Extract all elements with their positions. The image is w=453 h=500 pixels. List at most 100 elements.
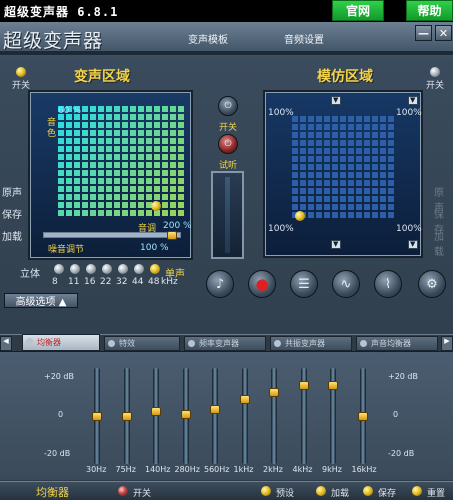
imitate-grid-cell[interactable] — [332, 124, 338, 130]
voice-grid-cell[interactable] — [58, 146, 64, 152]
imitate-grid-cell[interactable] — [388, 124, 394, 130]
voice-grid-cell[interactable] — [170, 162, 176, 168]
voice-grid-cell[interactable] — [74, 130, 80, 136]
imitate-grid-cell[interactable] — [332, 188, 338, 194]
voice-grid-cell[interactable] — [122, 138, 128, 144]
voice-grid-cell[interactable] — [170, 130, 176, 136]
menu-audio-settings[interactable]: 音频设置 — [284, 31, 324, 46]
imitate-grid-cell[interactable] — [388, 164, 394, 170]
voice-grid-cell[interactable] — [90, 122, 96, 128]
voice-grid-cell[interactable] — [114, 130, 120, 136]
load-icon[interactable] — [316, 486, 326, 496]
imitate-grid-cell[interactable] — [372, 132, 378, 138]
imitate-grid-cell[interactable] — [308, 180, 314, 186]
voice-grid-cell[interactable] — [98, 122, 104, 128]
voice-grid-cell[interactable] — [178, 106, 184, 112]
imitate-grid-cell[interactable] — [364, 164, 370, 170]
settings-button[interactable]: ⚙ — [418, 270, 446, 298]
eq-slider-thumb[interactable] — [180, 409, 191, 419]
voice-grid-cell[interactable] — [178, 194, 184, 200]
voice-grid-cell[interactable] — [170, 170, 176, 176]
voice-grid-cell[interactable] — [114, 122, 120, 128]
imitate-grid-cell[interactable] — [316, 172, 322, 178]
imitate-grid-cell[interactable] — [332, 172, 338, 178]
voice-grid-cell[interactable] — [122, 210, 128, 216]
voice-grid-cell[interactable] — [58, 210, 64, 216]
voice-grid-cell[interactable] — [98, 194, 104, 200]
voice-grid-cell[interactable] — [146, 146, 152, 152]
imitate-grid-cell[interactable] — [364, 156, 370, 162]
voice-grid-cell[interactable] — [122, 122, 128, 128]
imitate-grid-cell[interactable] — [388, 156, 394, 162]
imitate-grid-cell[interactable] — [356, 188, 362, 194]
imitate-grid-cell[interactable] — [308, 204, 314, 210]
imitate-grid-cell[interactable] — [316, 148, 322, 154]
imitate-grid-cell[interactable] — [324, 164, 330, 170]
imitate-grid-cell[interactable] — [348, 132, 354, 138]
voice-grid-cell[interactable] — [82, 162, 88, 168]
voice-grid-cell[interactable] — [114, 210, 120, 216]
voice-grid-cell[interactable] — [154, 194, 160, 200]
voice-grid-cell[interactable] — [82, 202, 88, 208]
advanced-options-button[interactable]: 高级选项 ▲ — [4, 293, 78, 308]
voice-grid-cell[interactable] — [122, 170, 128, 176]
imitate-grid-cell[interactable] — [340, 196, 346, 202]
voice-grid-cell[interactable] — [178, 178, 184, 184]
voice-grid-cell[interactable] — [130, 186, 136, 192]
imitate-grid-cell[interactable] — [388, 212, 394, 218]
imitate-grid-cell[interactable] — [372, 204, 378, 210]
voice-grid-cell[interactable] — [114, 106, 120, 112]
imitate-grid-cell[interactable] — [308, 116, 314, 122]
imitate-grid-cell[interactable] — [340, 116, 346, 122]
imitate-grid-cell[interactable] — [308, 148, 314, 154]
voice-grid-cell[interactable] — [58, 202, 64, 208]
voice-grid-cell[interactable] — [122, 186, 128, 192]
imitate-grid-cell[interactable] — [324, 180, 330, 186]
imitate-grid-cell[interactable] — [364, 148, 370, 154]
imitate-grid-cell[interactable] — [308, 164, 314, 170]
imitate-grid-cell[interactable] — [372, 124, 378, 130]
imitate-grid-cell[interactable] — [380, 148, 386, 154]
voice-grid-cell[interactable] — [170, 114, 176, 120]
voice-grid-cell[interactable] — [162, 106, 168, 112]
voice-grid-cell[interactable] — [66, 186, 72, 192]
close-button[interactable]: ✕ — [435, 25, 452, 41]
voice-grid-cell[interactable] — [82, 170, 88, 176]
imitate-grid-cell[interactable] — [308, 140, 314, 146]
voice-grid-cell[interactable] — [106, 106, 112, 112]
voice-grid-cell[interactable] — [170, 202, 176, 208]
voice-grid-cell[interactable] — [138, 210, 144, 216]
imitate-grid-cell[interactable] — [292, 172, 298, 178]
voice-grid-cell[interactable] — [98, 178, 104, 184]
imitate-grid-cell[interactable] — [332, 164, 338, 170]
voice-grid-cell[interactable] — [98, 170, 104, 176]
voice-grid-cell[interactable] — [106, 138, 112, 144]
voice-grid-cell[interactable] — [98, 106, 104, 112]
voice-grid-cell[interactable] — [106, 210, 112, 216]
preset-button[interactable]: 预设 — [276, 486, 294, 499]
voice-grid-cell[interactable] — [98, 114, 104, 120]
voice-grid-cell[interactable] — [138, 170, 144, 176]
voice-grid-cell[interactable] — [130, 130, 136, 136]
rate-radio[interactable] — [54, 264, 64, 274]
voice-grid-cell[interactable] — [106, 146, 112, 152]
voice-grid-cell[interactable] — [74, 138, 80, 144]
voice-grid-cell[interactable] — [98, 154, 104, 160]
imitate-grid-cell[interactable] — [316, 188, 322, 194]
voice-grid-cell[interactable] — [90, 162, 96, 168]
voice-grid-cell[interactable] — [130, 210, 136, 216]
imitate-grid-cell[interactable] — [372, 156, 378, 162]
voice-grid-cell[interactable] — [90, 114, 96, 120]
voice-grid-cell[interactable] — [154, 162, 160, 168]
imitate-grid-cell[interactable] — [300, 124, 306, 130]
imitate-grid-cell[interactable] — [332, 156, 338, 162]
voice-pad-cursor[interactable] — [151, 201, 161, 211]
voice-grid-cell[interactable] — [106, 178, 112, 184]
imitate-grid-cell[interactable] — [356, 172, 362, 178]
imitate-grid-cell[interactable] — [356, 132, 362, 138]
imitate-top-arrow[interactable]: ▼ — [331, 96, 341, 105]
voice-grid-cell[interactable] — [98, 130, 104, 136]
voice-grid-cell[interactable] — [74, 210, 80, 216]
load-button[interactable]: 加载 — [331, 486, 349, 499]
tab-scroll-left[interactable]: ◀ — [0, 336, 12, 351]
